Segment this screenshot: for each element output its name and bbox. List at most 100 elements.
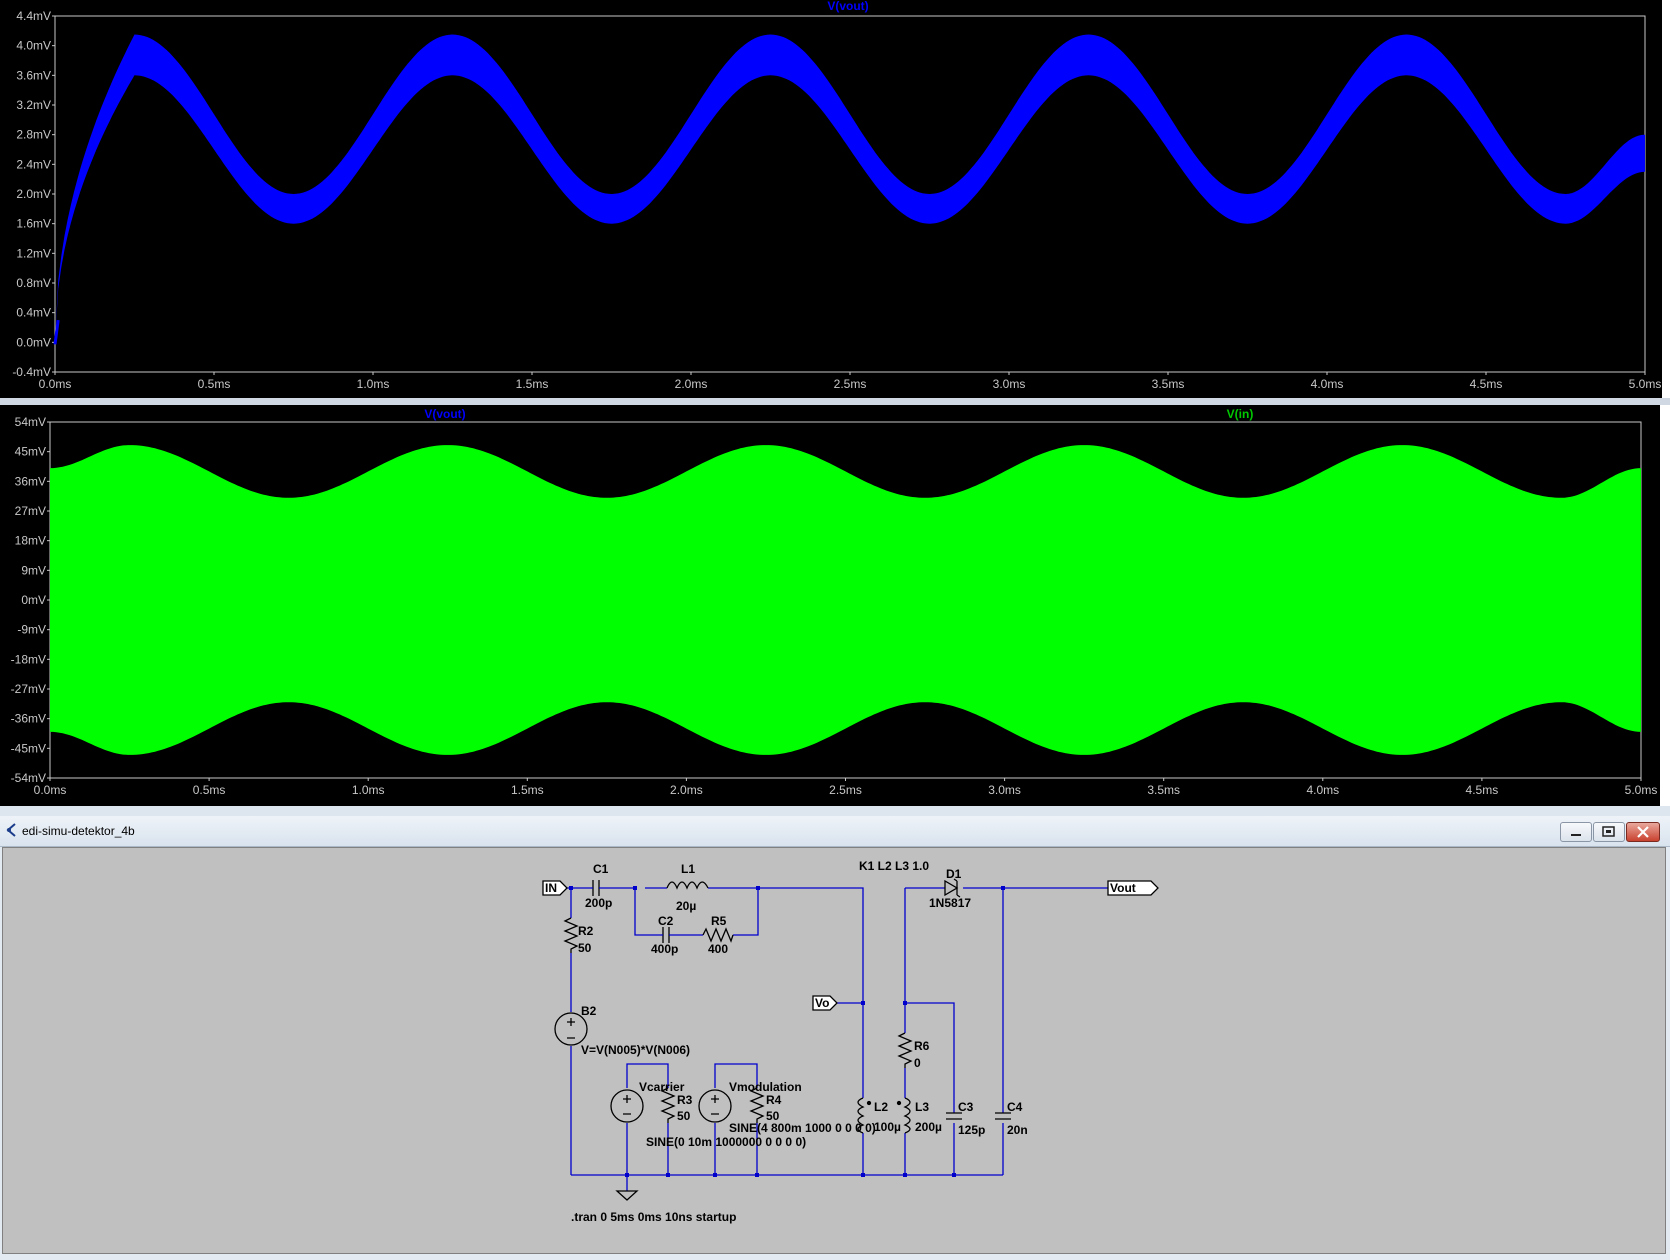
x-tick-label: 2.5ms <box>834 377 867 391</box>
y-tick-label: 4.0mV <box>16 39 51 53</box>
diode-d1-symbol[interactable] <box>944 878 961 898</box>
l1-label: L1 <box>681 862 695 876</box>
x-tick-label: 4.5ms <box>1466 783 1499 797</box>
c1-value: 200p <box>585 896 612 910</box>
schematic-canvas[interactable]: IN Vout Vo C1 200p L1 20µ C2 400p R5 400… <box>2 847 1666 1254</box>
tran-directive[interactable]: .tran 0 5ms 0ms 10ns startup <box>571 1210 736 1224</box>
window-splitter[interactable] <box>0 806 1670 816</box>
y-tick-label: 0.0mV <box>16 335 51 349</box>
r6-value: 0 <box>914 1056 921 1070</box>
minimize-icon <box>1571 834 1581 836</box>
x-tick-label: 2.0ms <box>675 377 708 391</box>
resistor-r2-symbol[interactable] <box>563 917 579 953</box>
ltspice-app-icon <box>6 823 16 837</box>
resistor-r6-symbol[interactable] <box>897 1032 913 1068</box>
y-tick-label: 2.8mV <box>16 128 51 142</box>
close-button[interactable] <box>1626 822 1660 842</box>
l2-value: 100µ <box>874 1120 901 1134</box>
x-tick-label: 0.5ms <box>198 377 231 391</box>
x-tick-label: 2.5ms <box>829 783 862 797</box>
vin-trace[interactable] <box>50 445 1641 755</box>
d1-label: D1 <box>946 867 962 881</box>
r6-label: R6 <box>914 1039 930 1053</box>
c3-label: C3 <box>958 1100 974 1114</box>
plot-pane-vout[interactable]: 4.4mV 4.0mV 3.6mV 3.2mV 2.8mV 2.4mV 2.0mV 1.6mV… <box>0 0 1662 398</box>
window-title: edi-simu-detektor_4b <box>22 824 135 838</box>
port-in-label: IN <box>545 881 557 895</box>
trace-label-vout[interactable]: V(vout) <box>827 0 868 13</box>
r4-label: R4 <box>766 1093 782 1107</box>
coupling-k1-directive: K1 L2 L3 1.0 <box>859 859 929 873</box>
r3-label: R3 <box>677 1093 693 1107</box>
x-tick-label: 0.5ms <box>193 783 226 797</box>
vcarrier-label: Vcarrier <box>639 1080 685 1094</box>
y-tick-label: -9mV <box>17 623 46 637</box>
x-tick-label: 2.0ms <box>670 783 703 797</box>
l2-label: L2 <box>874 1100 888 1114</box>
y-tick-label: -27mV <box>11 682 46 696</box>
x-tick-label: 1.0ms <box>352 783 385 797</box>
vmodulation-value: SINE(4 800m 1000 0 0 0 0) <box>729 1121 876 1135</box>
y-tick-label: 4.4mV <box>16 9 51 23</box>
x-tick-label: 3.5ms <box>1152 377 1185 391</box>
schematic-window: edi-simu-detektor_4b IN Vout Vo C1 200p … <box>0 816 1670 1260</box>
capacitor-c2-symbol[interactable] <box>662 927 670 943</box>
trace-label-vout[interactable]: V(vout) <box>424 407 465 421</box>
d1-value: 1N5817 <box>929 896 971 910</box>
restore-icon <box>1602 826 1615 837</box>
y-tick-label: 3.6mV <box>16 68 51 82</box>
port-vo-label: Vo <box>815 996 829 1010</box>
y-tick-label: 3.2mV <box>16 98 51 112</box>
vout-trace[interactable] <box>55 34 1645 343</box>
close-icon <box>1637 826 1649 838</box>
pane-splitter[interactable] <box>0 398 1670 405</box>
source-vcarrier-symbol[interactable] <box>610 1089 644 1123</box>
c2-label: C2 <box>658 914 674 928</box>
r2-value: 50 <box>578 941 592 955</box>
c3-value: 125p <box>958 1123 985 1137</box>
c1-label: C1 <box>593 862 609 876</box>
x-tick-label: 0.0ms <box>39 377 72 391</box>
r3-value: 50 <box>677 1109 691 1123</box>
x-tick-label: 3.5ms <box>1147 783 1180 797</box>
y-tick-label: -18mV <box>11 652 46 666</box>
y-tick-label: 18mV <box>15 534 46 548</box>
source-vmodulation-symbol[interactable] <box>698 1089 732 1123</box>
x-tick-label: 1.5ms <box>511 783 544 797</box>
trace-label-vin[interactable]: V(in) <box>1227 407 1254 421</box>
vcarrier-value: SINE(0 10m 1000000 0 0 0 0) <box>646 1135 806 1149</box>
y-tick-label: 0mV <box>21 593 46 607</box>
ground-icon[interactable] <box>615 1190 639 1201</box>
x-tick-label: 5.0ms <box>1625 783 1658 797</box>
l3-value: 200µ <box>915 1120 942 1134</box>
plot-vin-svg: 54mV 45mV 36mV 27mV 18mV 9mV 0mV -9mV -18mV -27mV… <box>11 407 1658 797</box>
l1-value: 20µ <box>676 899 696 913</box>
l3-label: L3 <box>915 1100 929 1114</box>
x-tick-label: 1.0ms <box>357 377 390 391</box>
y-tick-label: -45mV <box>11 741 46 755</box>
y-tick-label: -36mV <box>11 712 46 726</box>
minimize-button[interactable] <box>1560 822 1592 842</box>
y-tick-label: 9mV <box>21 563 46 577</box>
restore-button[interactable] <box>1593 822 1625 842</box>
inductor-l1-symbol[interactable] <box>666 881 709 890</box>
schematic-drawing: IN Vout Vo C1 200p L1 20µ C2 400p R5 400… <box>542 859 1159 1224</box>
inductor-l3-symbol[interactable] <box>903 1097 911 1134</box>
x-tick-label: 3.0ms <box>993 377 1026 391</box>
plot-pane-vin[interactable]: 54mV 45mV 36mV 27mV 18mV 9mV 0mV -9mV -18mV -27mV… <box>0 405 1660 806</box>
y-tick-label: 2.0mV <box>16 187 51 201</box>
capacitor-c1-symbol[interactable] <box>592 880 600 896</box>
y-tick-label: 54mV <box>15 415 46 429</box>
c2-value: 400p <box>651 942 678 956</box>
x-tick-label: 4.5ms <box>1470 377 1503 391</box>
y-tick-label: 1.2mV <box>16 246 51 260</box>
c4-value: 20n <box>1007 1123 1028 1137</box>
title-bar[interactable]: edi-simu-detektor_4b <box>0 816 1670 847</box>
x-tick-label: 4.0ms <box>1311 377 1344 391</box>
resistor-r5-symbol[interactable] <box>702 927 734 943</box>
c4-label: C4 <box>1007 1100 1023 1114</box>
r5-value: 400 <box>708 942 728 956</box>
port-vout-label: Vout <box>1110 881 1136 895</box>
y-tick-label: 36mV <box>15 474 46 488</box>
y-tick-label: 27mV <box>15 504 46 518</box>
